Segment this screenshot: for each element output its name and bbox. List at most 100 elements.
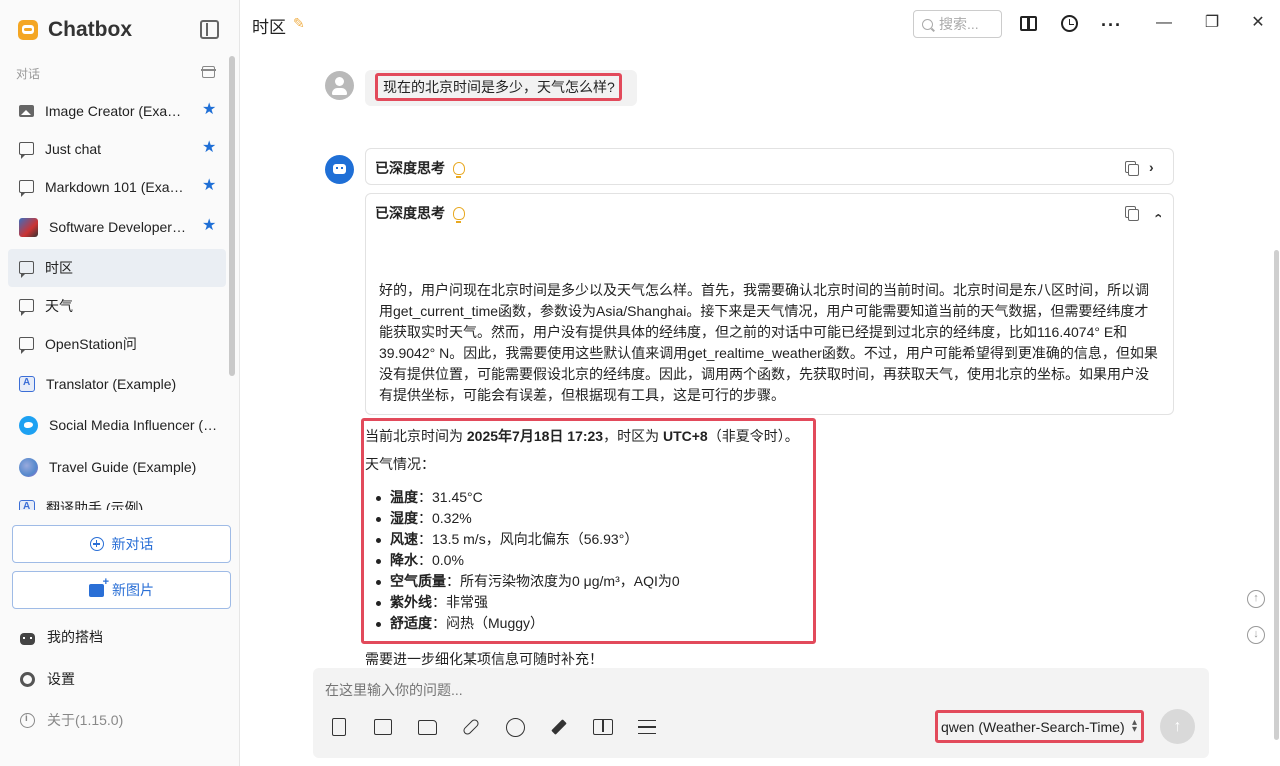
sidebar-item-label: Just chat bbox=[45, 141, 102, 157]
sidebar-item-label: 时区 bbox=[45, 260, 73, 276]
model-select[interactable]: qwen (Weather-Search-Time) ▴ ▾ bbox=[935, 710, 1144, 743]
user-avatar bbox=[325, 71, 354, 100]
link-icon[interactable] bbox=[461, 717, 481, 737]
header: 时区 ✎ 搜索... ··· — ❐ ✕ bbox=[240, 0, 1280, 48]
main-scrollbar[interactable] bbox=[1274, 250, 1279, 740]
settings-label: 设置 bbox=[47, 671, 75, 687]
sidebar-item-translate-assistant[interactable]: 翻译助手 (示例) bbox=[8, 489, 226, 510]
restore-window-icon[interactable]: ❐ bbox=[1203, 14, 1221, 32]
sidebar-item-image-creator[interactable]: Image Creator (Example) ★ bbox=[8, 92, 226, 130]
edit-title-icon[interactable]: ✎ bbox=[293, 16, 305, 30]
scroll-to-top-icon[interactable]: ↑ bbox=[1247, 590, 1265, 608]
knowledge-book-icon[interactable] bbox=[593, 717, 613, 737]
sidebar-item-markdown[interactable]: Markdown 101 (Example) ★ bbox=[8, 168, 226, 206]
columns-layout-icon[interactable] bbox=[1020, 16, 1037, 31]
brand: Chatbox bbox=[18, 16, 132, 44]
page-title: 时区 bbox=[252, 18, 286, 37]
star-icon[interactable]: ★ bbox=[202, 218, 218, 234]
list-item: 紫外线：非常强 bbox=[376, 592, 680, 613]
sidebar-item-software-developer[interactable]: Software Developer (Example) ★ bbox=[8, 208, 226, 246]
chat-icon bbox=[19, 336, 34, 354]
attach-image-icon[interactable] bbox=[373, 717, 393, 737]
search-placeholder: 搜索... bbox=[939, 16, 979, 32]
web-search-globe-icon[interactable] bbox=[505, 717, 525, 737]
translator-icon bbox=[19, 376, 35, 392]
archive-icon[interactable] bbox=[201, 66, 216, 78]
sidebar-item-label: Markdown 101 (Example) bbox=[45, 179, 185, 195]
sidebar-item-label: Image Creator (Example) bbox=[45, 103, 185, 119]
star-icon[interactable]: ★ bbox=[202, 102, 218, 118]
plus-circle-icon bbox=[89, 537, 104, 551]
attach-file-icon[interactable] bbox=[329, 717, 349, 737]
about-label: 关于(1.15.0) bbox=[47, 712, 124, 728]
chevron-right-icon[interactable]: › bbox=[1149, 160, 1161, 174]
sidebar-item-translator[interactable]: Translator (Example) bbox=[8, 365, 226, 403]
chat-icon bbox=[19, 298, 34, 316]
chevron-up-icon[interactable]: › bbox=[1149, 206, 1165, 218]
thinking-header: 已深度思考 bbox=[375, 158, 465, 178]
settings-sliders-icon[interactable] bbox=[637, 717, 657, 737]
developer-avatar-icon bbox=[19, 217, 38, 237]
list-item: 空气质量：所有污染物浓度为0 μg/m³，AQI为0 bbox=[376, 571, 680, 592]
sidebar-item-timezone[interactable]: 时区 bbox=[8, 249, 226, 287]
answer-time-line: 当前北京时间为 2025年7月18日 17:23，时区为 UTC+8（非夏令时）… bbox=[365, 428, 799, 444]
my-partners-link[interactable]: 我的搭档 bbox=[20, 627, 103, 647]
sidebar-item-social-media[interactable]: Social Media Influencer (Example) bbox=[8, 406, 226, 444]
sidebar-item-travel-guide[interactable]: Travel Guide (Example) bbox=[8, 448, 226, 486]
sidebar-item-just-chat[interactable]: Just chat ★ bbox=[8, 130, 226, 168]
thinking-collapsed-panel[interactable]: 已深度思考 › bbox=[365, 148, 1174, 185]
list-item: 温度：31.45°C bbox=[376, 487, 680, 508]
sidebar-item-openstation[interactable]: OpenStation问 bbox=[8, 325, 226, 363]
tools-hammer-icon[interactable] bbox=[549, 717, 569, 737]
more-options-icon[interactable]: ··· bbox=[1101, 16, 1121, 38]
info-icon bbox=[20, 712, 35, 728]
app-name: Chatbox bbox=[48, 18, 132, 41]
chat-icon bbox=[19, 260, 34, 278]
new-image-label: 新图片 bbox=[112, 582, 154, 598]
thinking-expanded-panel: 已深度思考 › 好的，用户问现在北京时间是多少以及天气怎么样。首先，我需要确认北… bbox=[365, 193, 1174, 415]
minimize-icon[interactable]: — bbox=[1155, 14, 1173, 32]
about-link[interactable]: 关于(1.15.0) bbox=[20, 710, 123, 730]
weather-heading: 天气情况： bbox=[365, 456, 435, 472]
search-input[interactable]: 搜索... bbox=[913, 10, 1002, 38]
thinking-header: 已深度思考 bbox=[375, 203, 465, 223]
list-item: 降水：0.0% bbox=[376, 550, 680, 571]
star-icon[interactable]: ★ bbox=[202, 178, 218, 194]
answer-followup: 需要进一步细化某项信息可随时补充！ bbox=[365, 651, 603, 667]
new-image-button[interactable]: 新图片 bbox=[12, 571, 231, 609]
new-chat-label: 新对话 bbox=[111, 536, 154, 552]
globe-avatar-icon bbox=[19, 457, 38, 477]
sidebar-scrollbar[interactable] bbox=[229, 56, 235, 376]
history-icon[interactable] bbox=[1061, 15, 1078, 32]
assistant-avatar bbox=[325, 155, 354, 184]
close-icon[interactable]: ✕ bbox=[1249, 14, 1267, 32]
sidebar-item-label: 翻译助手 (示例) bbox=[46, 500, 144, 510]
sidebar-item-label: Social Media Influencer (Example) bbox=[49, 417, 221, 433]
chatbox-logo-icon bbox=[18, 20, 38, 40]
bot-icon bbox=[20, 632, 35, 645]
conversation-list: Image Creator (Example) ★ Just chat ★ Ma… bbox=[8, 92, 226, 510]
twitter-icon bbox=[19, 415, 38, 435]
my-partners-label: 我的搭档 bbox=[47, 629, 103, 645]
send-button[interactable]: ↑ bbox=[1160, 709, 1195, 744]
sidebar: Chatbox 对话 Image Creator (Example) ★ Jus… bbox=[0, 0, 240, 766]
message-input[interactable] bbox=[325, 682, 925, 698]
sidebar-item-label: Translator (Example) bbox=[46, 376, 177, 392]
folder-icon[interactable] bbox=[417, 717, 437, 737]
answer-timezone: UTC+8 bbox=[662, 428, 708, 444]
new-chat-button[interactable]: 新对话 bbox=[12, 525, 231, 563]
collapse-sidebar-icon[interactable] bbox=[200, 20, 219, 39]
user-message-text: 现在的北京时间是多少，天气怎么样? bbox=[375, 73, 622, 101]
sidebar-item-label: Software Developer (Example) bbox=[49, 219, 189, 235]
answer-datetime: 2025年7月18日 17:23 bbox=[466, 428, 604, 444]
sidebar-item-weather[interactable]: 天气 bbox=[8, 287, 226, 325]
copy-icon[interactable] bbox=[1125, 161, 1139, 176]
search-icon bbox=[922, 18, 933, 30]
add-image-icon bbox=[89, 576, 109, 597]
copy-icon[interactable] bbox=[1125, 206, 1139, 221]
settings-link[interactable]: 设置 bbox=[20, 669, 75, 689]
list-item: 风速：13.5 m/s，风向北偏东（56.93°） bbox=[376, 529, 680, 550]
scroll-to-bottom-icon[interactable]: ↓ bbox=[1247, 626, 1265, 644]
star-icon[interactable]: ★ bbox=[202, 140, 218, 156]
list-item: 湿度：0.32% bbox=[376, 508, 680, 529]
